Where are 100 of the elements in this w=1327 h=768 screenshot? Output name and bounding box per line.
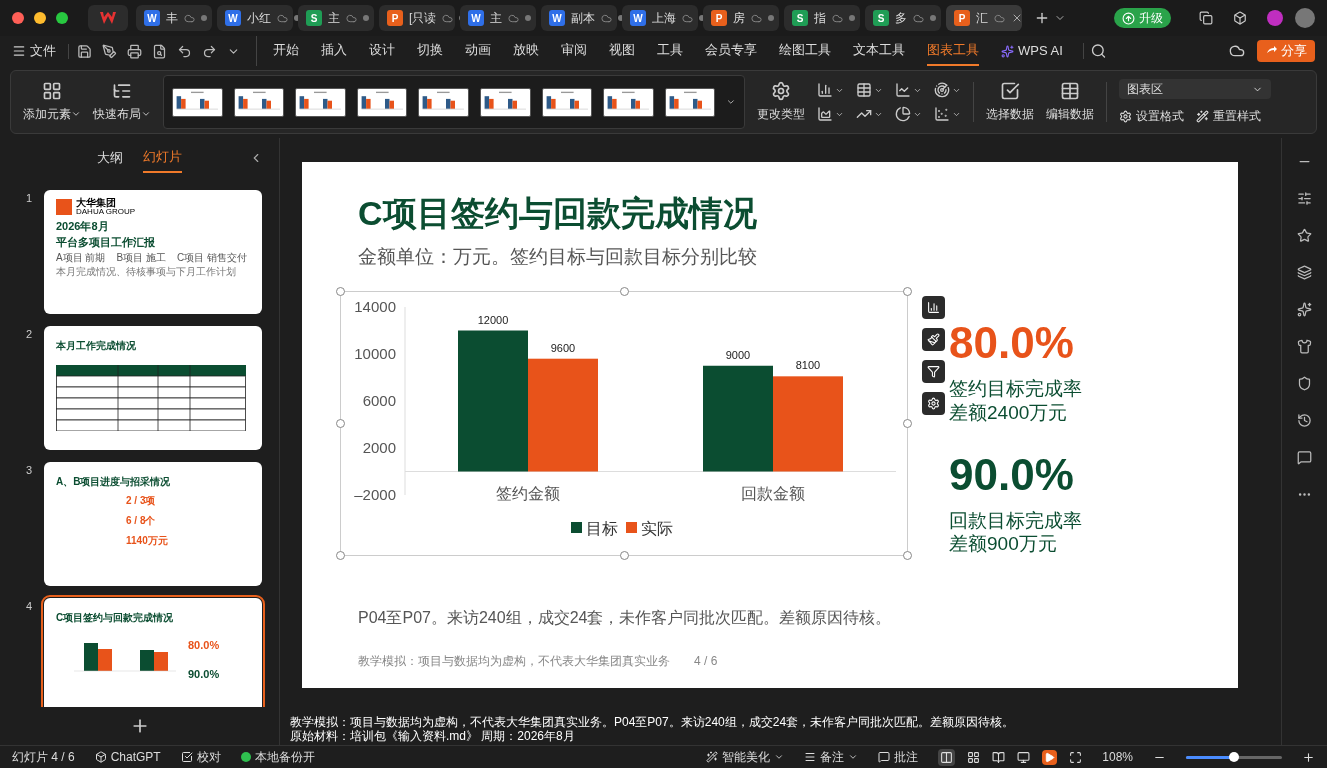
cube-icon[interactable] [1233, 11, 1247, 25]
scatter-chart-icon[interactable] [934, 106, 961, 122]
gallery-expand-icon[interactable] [726, 97, 737, 107]
sliders-icon[interactable] [1297, 191, 1312, 206]
zoom-slider[interactable] [1186, 755, 1282, 759]
ribbon-tab[interactable]: 动画 [465, 36, 491, 66]
chart-element-dropdown[interactable]: 图表区 [1119, 79, 1271, 99]
chatgpt-button[interactable]: ChatGPT [94, 748, 161, 766]
chart-style-thumbnail[interactable] [418, 87, 469, 117]
radar-chart-icon[interactable] [934, 82, 961, 98]
redo-icon[interactable] [202, 43, 217, 59]
filter-icon[interactable] [922, 360, 945, 383]
backup-button[interactable]: 本地备份开 [240, 748, 315, 766]
star-icon[interactable] [1297, 228, 1312, 243]
window-icon[interactable] [1199, 11, 1213, 25]
sparkle-icon[interactable] [1297, 302, 1312, 317]
presenter-icon[interactable] [1017, 750, 1031, 764]
slide-thumbnail[interactable]: 大华集团 DAHUA GROUP 2026年8月 平台多项目工作汇报 A项目 前期 B项目 施工 C项目 销售交付 本月完成情况、待核事项与下月工作计划 [44, 190, 262, 314]
slide-thumbnail[interactable]: C项目签约与回款完成情况 80.0% 90.0% [44, 598, 262, 707]
document-tab[interactable]: S 指 [784, 5, 860, 31]
close-window-button[interactable] [12, 12, 24, 24]
new-tab-icon[interactable] [1034, 10, 1050, 26]
menu-icon[interactable] [12, 44, 26, 58]
outline-tab[interactable]: 大纲 [97, 144, 123, 172]
line-chart-icon[interactable] [895, 82, 922, 98]
minimize-window-button[interactable] [34, 12, 46, 24]
save-icon[interactable] [77, 43, 92, 59]
zoom-window-button[interactable] [56, 12, 68, 24]
resize-handle[interactable] [903, 419, 912, 428]
zoom-level[interactable]: 108% [1102, 748, 1133, 766]
slide-thumbnail[interactable]: 本月工作完成情况 [44, 326, 262, 450]
ribbon-tab[interactable]: 绘图工具 [779, 36, 831, 66]
document-tab[interactable]: S 多 [865, 5, 941, 31]
ribbon-tab[interactable]: 开始 [273, 36, 299, 66]
preview-icon[interactable] [152, 43, 167, 59]
play-button[interactable] [1042, 749, 1058, 765]
ribbon-tab[interactable]: 插入 [321, 36, 347, 66]
chart-style-thumbnail[interactable] [664, 87, 716, 117]
ribbon-tab[interactable]: 审阅 [561, 36, 587, 66]
format-button[interactable]: 设置格式 [1119, 107, 1184, 125]
normal-view-icon[interactable] [938, 748, 956, 766]
ribbon-tab[interactable]: 切换 [417, 36, 443, 66]
document-tab[interactable]: P 汇 [946, 5, 1022, 31]
zoom-in-icon[interactable] [1302, 750, 1315, 764]
home-tab[interactable] [88, 5, 128, 31]
file-menu[interactable]: 文件 [30, 41, 56, 61]
reading-view-icon[interactable] [992, 750, 1006, 764]
document-tab[interactable]: P 房 [703, 5, 779, 31]
resize-handle[interactable] [336, 551, 345, 560]
close-icon[interactable] [1011, 12, 1023, 24]
avatar[interactable] [1295, 8, 1315, 28]
ribbon-tab[interactable]: 设计 [369, 36, 395, 66]
shirt-icon[interactable] [1297, 339, 1312, 354]
document-tab[interactable]: W 丰 [136, 5, 212, 31]
resize-handle[interactable] [336, 287, 345, 296]
resize-handle[interactable] [620, 287, 629, 296]
chart-style-thumbnail[interactable] [172, 87, 223, 117]
ribbon-tab[interactable]: 文本工具 [853, 36, 905, 66]
document-tab[interactable]: S 主 [298, 5, 374, 31]
slides-tab[interactable]: 幻灯片 [143, 143, 182, 173]
fit-icon[interactable] [1069, 750, 1083, 764]
chart-style-thumbnail[interactable] [356, 87, 408, 117]
brush-icon[interactable] [922, 328, 945, 351]
shield-icon[interactable] [1297, 376, 1312, 391]
notes-pane[interactable]: 教学模拟：项目与数据均为虚构，不代表大华集团真实业务。P04至P07。来访240组，成交24套，未作客户同批次匹配。差额原因待核。 原始材料：培训包《输入资料.md》 周期：2026年8月 [280, 713, 1281, 745]
notes-button[interactable]: 备注 [804, 748, 859, 766]
ribbon-tab[interactable]: 视图 [609, 36, 635, 66]
undo-icon[interactable] [177, 43, 192, 59]
comments-button[interactable]: 批注 [878, 748, 919, 766]
resize-handle[interactable] [336, 419, 345, 428]
ribbon-tab[interactable]: 放映 [513, 36, 539, 66]
chart-style-thumbnail[interactable] [603, 87, 654, 117]
chart-style-thumbnail[interactable] [541, 87, 593, 117]
wps-ai-tab[interactable]: WPS AI [1001, 41, 1063, 61]
area-chart-icon[interactable] [817, 106, 844, 122]
print-icon[interactable] [127, 43, 142, 59]
add-element-button[interactable]: 添加元素 [23, 81, 81, 123]
ai-icon[interactable] [1267, 10, 1283, 26]
layers-icon[interactable] [1297, 265, 1312, 280]
grid-view-icon[interactable] [967, 750, 981, 764]
slide-thumbnail[interactable]: A、B项目进度与招采情况 2 / 3项 6 / 8个 1140万元 [44, 462, 262, 586]
chart-elements-icon[interactable] [922, 296, 945, 319]
proofread-button[interactable]: 校对 [180, 748, 221, 766]
ribbon-tab[interactable]: 工具 [657, 36, 683, 66]
chart-style-thumbnail[interactable] [479, 87, 531, 117]
chart-style-thumbnail[interactable] [233, 87, 285, 117]
ribbon-tab[interactable]: 会员专享 [705, 36, 757, 66]
chart-style-thumbnail[interactable] [295, 87, 346, 117]
resize-handle[interactable] [620, 551, 629, 560]
ribbon-tab[interactable]: 图表工具 [927, 36, 979, 66]
resize-handle[interactable] [903, 287, 912, 296]
select-data-button[interactable]: 选择数据 [986, 81, 1034, 123]
pie-chart-icon[interactable] [895, 106, 922, 122]
comment-icon[interactable] [1297, 450, 1312, 465]
settings-icon[interactable] [922, 392, 945, 415]
quick-layout-button[interactable]: 快速布局 [93, 81, 151, 123]
pen-icon[interactable] [102, 43, 117, 59]
document-tab[interactable]: W 主 [460, 5, 536, 31]
history-icon[interactable] [1297, 413, 1312, 428]
zoom-thumb[interactable] [1229, 751, 1239, 762]
